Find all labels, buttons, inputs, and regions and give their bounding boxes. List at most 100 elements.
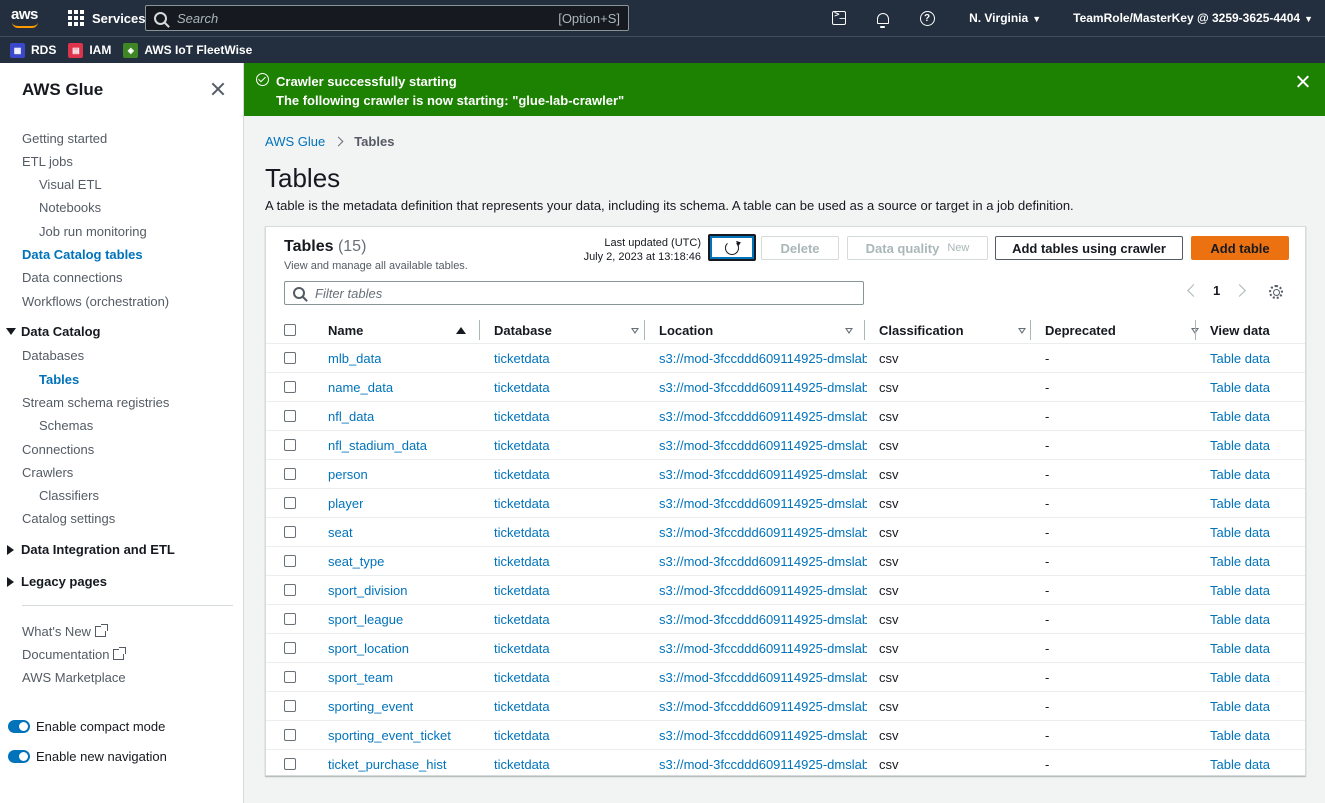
table-row[interactable]: sport_team ticketdata s3://mod-3fccddd6091… <box>266 663 1305 692</box>
view-table-data-link[interactable]: Table data <box>1210 525 1270 540</box>
row-checkbox[interactable] <box>284 642 296 654</box>
database-link[interactable]: ticketdata <box>494 496 550 511</box>
cloudshell-button[interactable] <box>821 0 857 36</box>
table-row[interactable]: sporting_event_ticket ticketdata s3://mod-… <box>266 721 1305 750</box>
checkbox[interactable] <box>284 613 296 625</box>
sidebar-item-crawlers[interactable]: Crawlers <box>22 465 73 480</box>
database-link[interactable]: ticketdata <box>494 409 550 424</box>
table-name-link[interactable]: ticket_purchase_hist <box>328 757 447 772</box>
row-checkbox[interactable] <box>284 468 296 480</box>
location-link[interactable]: s3://mod-3fccddd609114925-dmslab <box>659 380 867 395</box>
sidebar-link-documentation[interactable]: Documentation <box>22 647 127 662</box>
location-link[interactable]: s3://mod-3fccddd609114925-dmslab <box>659 525 867 540</box>
checkbox[interactable] <box>284 381 296 393</box>
sidebar-item-visual-etl[interactable]: Visual ETL <box>39 177 102 192</box>
checkbox[interactable] <box>284 758 296 770</box>
view-table-data-link[interactable]: Table data <box>1210 641 1270 656</box>
sidebar-item-etl-jobs[interactable]: ETL jobs <box>22 154 73 169</box>
sidebar-item-schemas[interactable]: Schemas <box>39 418 93 433</box>
sidebar-item-catalog-settings[interactable]: Catalog settings <box>22 511 115 526</box>
gear-icon[interactable] <box>1269 285 1283 299</box>
column-divider[interactable] <box>644 320 645 340</box>
database-link[interactable]: ticketdata <box>494 699 550 714</box>
favorite-iam[interactable]: ▤ IAM <box>68 42 111 58</box>
row-checkbox[interactable] <box>284 584 296 596</box>
row-checkbox[interactable] <box>284 671 296 683</box>
location-link[interactable]: s3://mod-3fccddd609114925-dmslab <box>659 438 867 453</box>
view-table-data-link[interactable]: Table data <box>1210 467 1270 482</box>
row-checkbox[interactable] <box>284 555 296 567</box>
compact-mode-toggle[interactable]: Enable compact mode <box>8 719 165 734</box>
table-row[interactable]: sport_league ticketdata s3://mod-3fccddd60… <box>266 605 1305 634</box>
global-search[interactable]: [Option+S] <box>145 5 629 31</box>
select-all-checkbox[interactable] <box>284 324 296 336</box>
location-link[interactable]: s3://mod-3fccddd609114925-dmslab <box>659 699 867 714</box>
checkbox[interactable] <box>284 497 296 509</box>
checkbox[interactable] <box>284 352 296 364</box>
database-link[interactable]: ticketdata <box>494 641 550 656</box>
row-checkbox[interactable] <box>284 410 296 422</box>
aws-logo[interactable]: aws <box>8 0 56 36</box>
row-checkbox[interactable] <box>284 729 296 741</box>
account-menu[interactable]: TeamRole/MasterKey @ 3259-3625-4404 ▼ <box>1073 11 1313 25</box>
row-checkbox[interactable] <box>284 526 296 538</box>
table-row[interactable]: sport_division ticketdata s3://mod-3fccddd… <box>266 576 1305 605</box>
view-table-data-link[interactable]: Table data <box>1210 699 1270 714</box>
close-icon[interactable] <box>208 79 228 99</box>
sidebar-section-legacy-pages[interactable]: Legacy pages <box>6 574 107 589</box>
toggle-switch[interactable] <box>8 750 30 763</box>
filter-tables-input[interactable] <box>315 285 855 301</box>
sidebar-item-notebooks[interactable]: Notebooks <box>39 200 101 215</box>
column-divider[interactable] <box>1030 320 1031 340</box>
row-checkbox[interactable] <box>284 613 296 625</box>
row-checkbox[interactable] <box>284 352 296 364</box>
database-link[interactable]: ticketdata <box>494 380 550 395</box>
view-table-data-link[interactable]: Table data <box>1210 409 1270 424</box>
table-row[interactable]: nfl_stadium_data ticketdata s3://mod-3fccd… <box>266 431 1305 460</box>
view-table-data-link[interactable]: Table data <box>1210 728 1270 743</box>
data-quality-button[interactable]: Data quality New <box>847 236 988 260</box>
location-link[interactable]: s3://mod-3fccddd609114925-dmslab <box>659 670 867 685</box>
checkbox[interactable] <box>284 324 296 336</box>
page-number[interactable]: 1 <box>1213 283 1220 298</box>
checkbox[interactable] <box>284 729 296 741</box>
sidebar-item-stream-schema-registries[interactable]: Stream schema registries <box>22 395 169 410</box>
help-button[interactable]: ? <box>909 0 945 36</box>
location-link[interactable]: s3://mod-3fccddd609114925-dmslab <box>659 612 867 627</box>
view-table-data-link[interactable]: Table data <box>1210 612 1270 627</box>
view-table-data-link[interactable]: Table data <box>1210 583 1270 598</box>
table-row[interactable]: sporting_event ticketdata s3://mod-3fccddd… <box>266 692 1305 721</box>
row-checkbox[interactable] <box>284 381 296 393</box>
column-divider[interactable] <box>864 320 865 340</box>
table-row[interactable]: ticket_purchase_hist ticketdata s3://mod-3… <box>266 750 1305 779</box>
table-name-link[interactable]: mlb_data <box>328 351 381 366</box>
sidebar-link-aws-marketplace[interactable]: AWS Marketplace <box>22 670 126 685</box>
notifications-button[interactable] <box>865 0 901 36</box>
database-link[interactable]: ticketdata <box>494 554 550 569</box>
sidebar-item-tables[interactable]: Tables <box>39 372 79 387</box>
location-link[interactable]: s3://mod-3fccddd609114925-dmslab <box>659 351 867 366</box>
database-link[interactable]: ticketdata <box>494 728 550 743</box>
sidebar-link-whats-new[interactable]: What's New <box>22 624 108 639</box>
row-checkbox[interactable] <box>284 700 296 712</box>
database-link[interactable]: ticketdata <box>494 438 550 453</box>
table-row[interactable]: seat_type ticketdata s3://mod-3fccddd60911… <box>266 547 1305 576</box>
sidebar-item-classifiers[interactable]: Classifiers <box>39 488 99 503</box>
sidebar-item-job-run-monitoring[interactable]: Job run monitoring <box>39 224 147 239</box>
refresh-button[interactable] <box>708 234 756 261</box>
column-divider[interactable] <box>1195 320 1196 340</box>
add-tables-crawler-button[interactable]: Add tables using crawler <box>995 236 1183 260</box>
table-name-link[interactable]: sport_location <box>328 641 409 656</box>
database-link[interactable]: ticketdata <box>494 757 550 772</box>
checkbox[interactable] <box>284 555 296 567</box>
table-name-link[interactable]: seat <box>328 525 353 540</box>
checkbox[interactable] <box>284 671 296 683</box>
chevron-left-icon[interactable] <box>1187 284 1200 297</box>
table-name-link[interactable]: sport_league <box>328 612 403 627</box>
table-name-link[interactable]: name_data <box>328 380 393 395</box>
view-table-data-link[interactable]: Table data <box>1210 351 1270 366</box>
location-link[interactable]: s3://mod-3fccddd609114925-dmslab <box>659 496 867 511</box>
table-name-link[interactable]: sport_team <box>328 670 393 685</box>
row-checkbox[interactable] <box>284 497 296 509</box>
checkbox[interactable] <box>284 584 296 596</box>
